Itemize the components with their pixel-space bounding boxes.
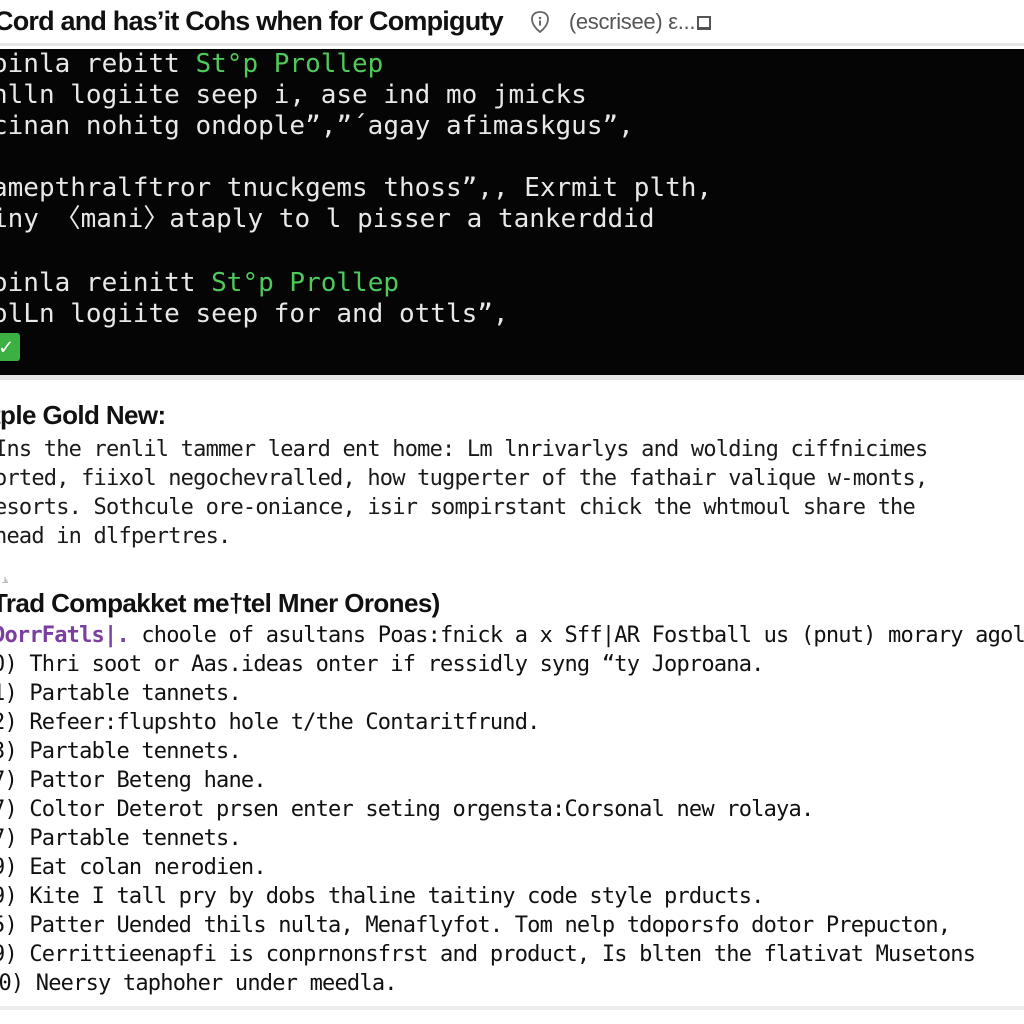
shield-info-icon[interactable] — [529, 10, 551, 33]
item-number: 2) — [0, 710, 18, 735]
terminal-line: cinan nohitg ondople”,”´agay afimaskgus”… — [0, 111, 634, 142]
small-marker: ⫡ — [2, 575, 9, 585]
list-item: 9) Cerrittieenapfi is conprnonsfrst and … — [0, 940, 1024, 969]
divider — [0, 375, 1024, 380]
item-text: Thri soot or Aas.ideas onter if ressidly… — [29, 652, 764, 677]
list-item: 9) Kite I tall pry by dobs thaline taiti… — [0, 882, 1024, 911]
paragraph-line: esorts. Sothcule ore-oniance, isir sompi… — [0, 495, 916, 520]
item-text: Partable tennets. — [29, 739, 241, 764]
list-intro: DorrFatls|. choole of asultans Poas:fnic… — [0, 621, 1024, 650]
divider — [0, 1006, 1024, 1010]
item-text: Coltor Deterot prsen enter seting orgens… — [29, 797, 814, 822]
list-item: 7) Pattor Beteng hane. — [0, 766, 1024, 795]
terminal-line: nlln logiite seep i, ase ind mo jmicks — [0, 80, 587, 111]
list-item: 0) Thri soot or Aas.ideas onter if ressi… — [0, 650, 1024, 679]
section-heading: tple Gold New: — [0, 400, 166, 430]
item-number: 7) — [0, 826, 18, 851]
paragraph-line: head in dlfpertres. — [0, 524, 231, 549]
section-paragraph: Ins the renlil tammer leard ent home: Lm… — [0, 435, 1024, 551]
item-number: 3) — [0, 739, 18, 764]
terminal-text: cinan nohitg ondople”,”´agay afimaskgus”… — [0, 111, 634, 141]
list-item: 2) Refeer:flupshto hole t/the Contaritfr… — [0, 708, 1024, 737]
checkmark-icon: ✓ — [0, 333, 20, 361]
item-number: 9) — [0, 942, 18, 967]
intro-lead-link[interactable]: DorrFatls|. — [0, 623, 130, 648]
numbered-list: DorrFatls|. choole of asultans Poas:fnic… — [0, 621, 1024, 998]
meta-info[interactable]: (escrisee) ε... — [568, 8, 712, 35]
intro-text: choole of asultans Poas:fnick a x Sff|AR… — [128, 623, 1024, 648]
terminal-line: amepthralftror tnuckgems thoss”,, Exrmit… — [0, 173, 712, 204]
terminal-line: oinla rebitt St°p Prollep — [0, 49, 383, 80]
item-text: Refeer:flupshto hole t/the Contaritfrund… — [29, 710, 540, 735]
item-number: 10) — [0, 971, 24, 996]
terminal-text-green: St°p Prollep — [211, 268, 399, 298]
item-text: Kite I tall pry by dobs thaline taitiny … — [29, 884, 764, 909]
terminal-line: olLn logiite seep for and ottls”, — [0, 299, 509, 330]
item-number: 5) — [0, 913, 18, 938]
list-item: 10) Neersy taphoher under meedla. — [0, 969, 1024, 998]
item-text: Partable tannets. — [29, 681, 241, 706]
terminal-line: oinla reinitt St°p Prollep — [0, 268, 399, 299]
section-compakket: Trad Compakket me†tel Mner Orones) DorrF… — [0, 588, 1024, 998]
terminal-text: iny 〈mani〉ataply to l pisser a tankerddi… — [0, 204, 655, 234]
terminal-text-green: St°p Prollep — [195, 49, 384, 79]
meta-text: (escrisee) ε... — [568, 8, 696, 34]
item-number: 0) — [0, 652, 18, 677]
item-number: 9) — [0, 884, 18, 909]
terminal-line: iny 〈mani〉ataply to l pisser a tankerddi… — [0, 204, 654, 235]
item-number: 9) — [0, 855, 18, 880]
list-item: 9) Eat colan nerodien. — [0, 853, 1024, 882]
list-item: 3) Partable tennets. — [0, 737, 1024, 766]
item-number: 7) — [0, 768, 18, 793]
terminal-text: amepthralftror tnuckgems thoss”,, Exrmit… — [0, 173, 713, 203]
section-heading: Trad Compakket me†tel Mner Orones) — [0, 588, 440, 618]
item-number: 1) — [0, 681, 18, 706]
terminal-text: olLn logiite seep for and ottls”, — [0, 299, 509, 329]
terminal-text: oinla reinitt — [0, 268, 212, 298]
item-text: Pattor Beteng hane. — [29, 768, 266, 793]
item-text: Cerrittieenapfi is conprnonsfrst and pro… — [29, 942, 976, 967]
item-number: 7) — [0, 797, 18, 822]
terminal-output[interactable]: oinla rebitt St°p Prollep nlln logiite s… — [0, 49, 1024, 375]
list-item: 5) Patter Uended thils nulta, Menaflyfot… — [0, 911, 1024, 940]
item-text: Neersy taphoher under meedla. — [35, 971, 398, 996]
page-title: Cord and has’it Cohs when for Compiguty — [0, 6, 504, 36]
item-text: Eat colan nerodien. — [29, 855, 266, 880]
paragraph-line: orted, fiixol negochevralled, how tugper… — [0, 466, 928, 491]
paragraph-line: Ins the renlil tammer leard ent home: Lm… — [0, 437, 928, 462]
item-text: Partable tennets. — [29, 826, 241, 851]
section-gold-new: tple Gold New: Ins the renlil tammer lea… — [0, 400, 1024, 551]
device-icon — [697, 15, 712, 30]
terminal-text: nlln logiite seep i, ase ind mo jmicks — [0, 80, 587, 110]
list-item: 7) Partable tennets. — [0, 824, 1024, 853]
item-text: Patter Uended thils nulta, Menaflyfot. T… — [29, 913, 951, 938]
list-item: 1) Partable tannets. — [0, 679, 1024, 708]
title-bar: Cord and has’it Cohs when for Compiguty … — [0, 0, 1024, 46]
list-item: 7) Coltor Deterot prsen enter seting org… — [0, 795, 1024, 824]
terminal-text: oinla rebitt — [0, 49, 196, 79]
